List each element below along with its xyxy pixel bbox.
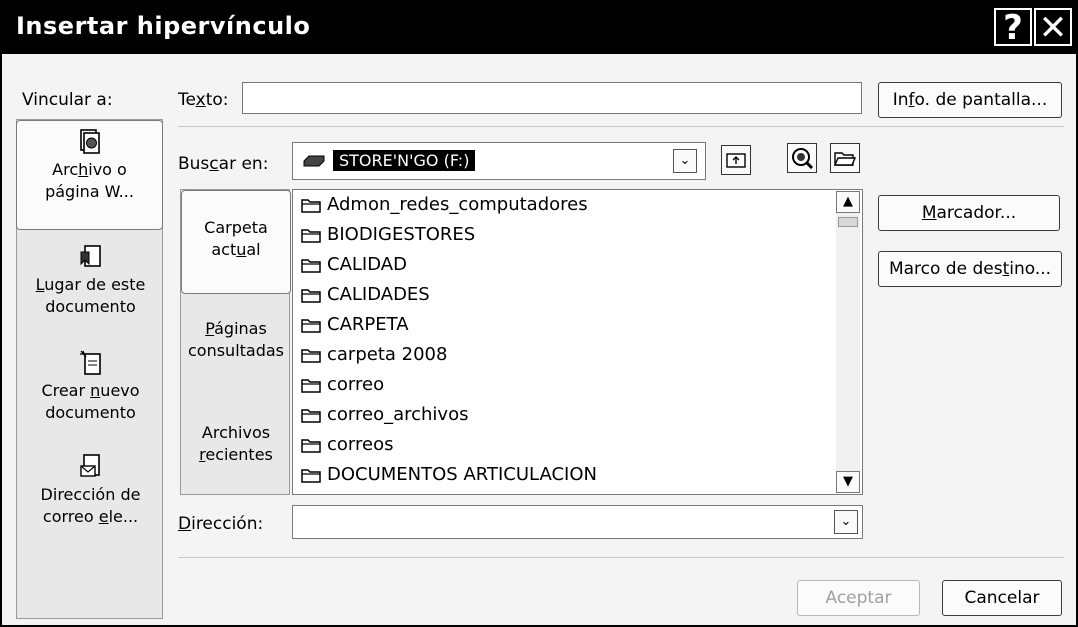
scroll-up-button[interactable]: ▲ [836,191,860,213]
file-list-item[interactable]: BIODIGESTORES [301,220,475,250]
tab-recent-files[interactable]: Archivos recientes [181,422,291,466]
help-button[interactable]: ? [994,8,1032,46]
title-bar: Insertar hipervínculo ? ✕ [2,2,1076,54]
file-name: correo_archivos [327,404,469,425]
link-to-new-document[interactable]: Crear nuevo documento [17,350,164,424]
ok-button[interactable]: Aceptar [797,580,920,616]
file-list-item[interactable]: Admon_redes_computadores [301,190,588,220]
tab-browsed-pages[interactable]: Páginas consultadas [181,318,291,362]
look-in-dropdown-arrow[interactable]: ⌄ [673,149,697,173]
link-to-panel: Archivo o página W... Lugar de este docu… [16,119,163,619]
file-name: BIODIGESTORES [327,224,476,245]
browse-tabs-panel: Carpeta actual Páginas consultadas Archi… [180,189,291,495]
bookmark-button[interactable]: Marcador... [878,195,1060,231]
folder-icon [301,319,321,333]
folder-icon [301,259,321,273]
address-dropdown-arrow[interactable]: ⌄ [834,510,858,534]
scroll-thumb[interactable] [838,217,858,227]
folder-icon [301,199,321,213]
separator-bottom [178,557,1064,558]
bookmark-doc-icon [80,245,101,267]
file-list-item[interactable]: correo_archivos [301,400,468,430]
separator [178,126,1064,127]
file-name: correo [327,374,385,395]
folder-icon [301,229,321,243]
dialog-title: Insertar hipervínculo [16,12,311,40]
look-in-combo[interactable]: STORE'N'GO (F:) ⌄ [292,142,706,180]
file-list-item[interactable]: DOCUMENTOS ARTICULACION [301,460,597,490]
target-frame-button[interactable]: Marco de destino... [878,251,1062,287]
screentip-button[interactable]: Info. de pantalla... [878,82,1062,118]
scroll-down-button[interactable]: ▼ [836,471,860,493]
look-in-label: Buscar en: [178,154,269,174]
close-button[interactable]: ✕ [1034,8,1072,46]
file-name: DOCUMENTOS ARTICULACION [327,464,597,485]
new-document-icon [79,350,101,375]
email-icon [79,454,100,477]
file-name: CARPETA [327,314,409,335]
file-list-item[interactable]: correos [301,430,393,460]
file-list[interactable]: Admon_redes_computadores BIODIGESTORES CAL… [292,189,863,495]
link-to-place-in-document[interactable]: Lugar de este documento [17,244,164,318]
tab-current-folder[interactable]: Carpeta actual [181,190,291,294]
file-name: correos [327,434,394,455]
file-list-item[interactable]: correo [301,370,384,400]
browse-web-button[interactable] [787,143,817,173]
link-to-existing-file[interactable]: Archivo o página W... [16,120,163,230]
file-name: CALIDAD [327,254,407,275]
file-web-icon [79,129,100,154]
hyperlink-dialog: Insertar hipervínculo ? ✕ Vincular a: Ar… [0,0,1078,627]
text-label: Texto: [178,90,229,110]
file-list-item[interactable]: carpeta 2008 [301,340,447,370]
up-one-folder-button[interactable] [721,145,751,175]
folder-icon [301,469,321,483]
web-search-icon [792,148,814,170]
address-combo[interactable]: ⌄ [292,505,863,539]
folder-icon [301,439,321,453]
folder-icon [301,409,321,423]
file-list-scrollbar[interactable]: ▲ ▼ [836,191,860,493]
address-label: Dirección: [178,514,264,534]
file-list-item[interactable]: CALIDADES [301,280,430,310]
file-name: Admon_redes_computadores [327,194,588,215]
link-to-label: Vincular a: [22,90,113,110]
file-name: carpeta 2008 [327,344,448,365]
up-folder-icon [726,153,746,168]
browse-file-button[interactable] [830,143,860,173]
look-in-value: STORE'N'GO (F:) [333,150,476,171]
file-name: CALIDADES [327,284,430,305]
folder-icon [301,379,321,393]
open-folder-icon [833,152,857,166]
file-list-item[interactable]: CALIDAD [301,250,407,280]
cancel-button[interactable]: Cancelar [942,580,1062,616]
link-to-email-address[interactable]: Dirección de correo ele... [17,454,164,528]
file-list-item[interactable]: CARPETA [301,310,409,340]
folder-icon [301,289,321,303]
drive-icon [303,155,325,167]
text-to-display-input[interactable] [242,82,862,114]
folder-icon [301,349,321,363]
